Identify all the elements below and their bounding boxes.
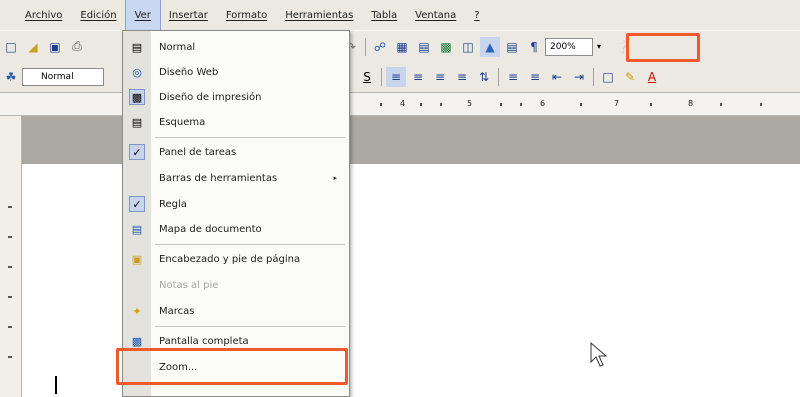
mouse-pointer-icon bbox=[590, 342, 608, 367]
print-icon[interactable]: ⎙ bbox=[67, 37, 87, 57]
web-layout-icon: ◎ bbox=[132, 65, 142, 79]
font-color-icon[interactable]: A bbox=[642, 67, 662, 87]
check-icon: ✓ bbox=[129, 196, 145, 212]
vertical-ruler[interactable] bbox=[0, 116, 22, 397]
text-caret bbox=[55, 376, 57, 394]
decrease-indent-icon[interactable]: ⇤ bbox=[547, 67, 567, 87]
zoom-combo-highlight bbox=[626, 33, 700, 62]
view-menu-dropdown: ▤ Normal ◎ Diseño Web ▩ Diseño de impres… bbox=[122, 30, 350, 397]
menu-edicion[interactable]: Edición bbox=[71, 0, 125, 30]
full-screen-icon: ▩ bbox=[131, 334, 143, 348]
numbering-icon[interactable]: ≡ bbox=[503, 67, 523, 87]
save-icon[interactable]: ▣ bbox=[45, 37, 65, 57]
borders-icon[interactable]: □ bbox=[598, 67, 618, 87]
show-hide-icon[interactable]: ¶ bbox=[524, 37, 544, 57]
ruler-number: 5 bbox=[467, 99, 473, 108]
horizontal-ruler[interactable]: 4 5 6 7 8 bbox=[0, 92, 800, 116]
menu-item-web-layout[interactable]: ◎ Diseño Web bbox=[123, 60, 349, 84]
bullets-icon[interactable]: ≡ bbox=[525, 67, 545, 87]
menu-formato[interactable]: Formato bbox=[217, 0, 276, 30]
menu-item-label: Diseño Web bbox=[159, 66, 219, 78]
zoom-value: 200% bbox=[550, 41, 576, 52]
style-combo[interactable]: Normal bbox=[22, 68, 104, 86]
highlight-icon[interactable]: ✎ bbox=[620, 67, 640, 87]
hyperlink-icon[interactable]: ☍ bbox=[370, 37, 390, 57]
menu-ventana[interactable]: Ventana bbox=[406, 0, 465, 30]
tables-borders-icon[interactable]: ▦ bbox=[392, 37, 412, 57]
menu-item-ruler[interactable]: ✓ Regla bbox=[123, 192, 349, 216]
zoom-dropdown-arrow[interactable]: ▾ bbox=[593, 38, 605, 56]
menu-item-label: Pantalla completa bbox=[159, 335, 249, 347]
line-spacing-icon[interactable]: ⇅ bbox=[474, 67, 494, 87]
menu-item-task-pane[interactable]: ✓ Panel de tareas bbox=[123, 140, 349, 164]
drawing-icon[interactable]: ▲ bbox=[480, 36, 500, 57]
menu-tabla[interactable]: Tabla bbox=[362, 0, 406, 30]
open-folder-icon[interactable]: ◢ bbox=[23, 37, 43, 57]
underline-icon[interactable]: S bbox=[357, 67, 377, 87]
menu-help[interactable]: ? bbox=[465, 0, 488, 30]
menu-item-document-map[interactable]: ▤ Mapa de documento bbox=[123, 217, 349, 241]
check-icon: ✓ bbox=[129, 144, 145, 160]
menu-item-label: Mapa de documento bbox=[159, 223, 262, 235]
justify-icon[interactable]: ≡ bbox=[452, 67, 472, 87]
columns-icon[interactable]: ◫ bbox=[458, 37, 478, 57]
menu-item-label: Panel de tareas bbox=[159, 146, 237, 158]
align-left-icon[interactable]: ≡ bbox=[386, 67, 406, 87]
menu-herramientas[interactable]: Herramientas bbox=[276, 0, 362, 30]
insert-table-icon[interactable]: ▤ bbox=[414, 37, 434, 57]
ruler-number: 4 bbox=[400, 99, 406, 108]
menu-item-footnotes: Notas al pie bbox=[123, 273, 349, 297]
menu-item-label: Esquema bbox=[159, 116, 206, 128]
menu-item-normal[interactable]: ▤ Normal bbox=[123, 35, 349, 59]
menu-item-label: Regla bbox=[159, 198, 187, 210]
insert-excel-icon[interactable]: ▩ bbox=[436, 37, 456, 57]
menu-insertar[interactable]: Insertar bbox=[160, 0, 217, 30]
document-map-icon: ▤ bbox=[131, 222, 143, 236]
menu-item-label: Encabezado y pie de página bbox=[159, 253, 301, 265]
menu-archivo[interactable]: Archivo bbox=[16, 0, 71, 30]
submenu-arrow-icon: ▸ bbox=[333, 174, 337, 182]
outline-view-icon: ▤ bbox=[131, 115, 143, 129]
menu-item-toolbars[interactable]: Barras de herramientas ▸ bbox=[123, 166, 349, 190]
ruler-number: 6 bbox=[540, 99, 546, 108]
increase-indent-icon[interactable]: ⇥ bbox=[569, 67, 589, 87]
menu-item-label: Diseño de impresión bbox=[159, 91, 262, 103]
document-map-icon[interactable]: ▤ bbox=[502, 37, 522, 57]
print-layout-icon: ▩ bbox=[129, 89, 145, 105]
align-right-icon[interactable]: ≡ bbox=[430, 67, 450, 87]
header-footer-icon: ▣ bbox=[131, 252, 143, 266]
new-document-icon[interactable]: □ bbox=[1, 37, 21, 57]
menu-item-header-footer[interactable]: ▣ Encabezado y pie de página bbox=[123, 247, 349, 271]
menu-item-label: Notas al pie bbox=[159, 279, 219, 291]
menu-item-label: Normal bbox=[159, 41, 196, 53]
menu-item-print-layout[interactable]: ▩ Diseño de impresión bbox=[123, 85, 349, 109]
word-window: Archivo Edición Ver Insertar Formato Her… bbox=[0, 0, 800, 397]
menu-item-outline[interactable]: ▤ Esquema bbox=[123, 110, 349, 134]
formatting-toolbar: ☘ Normal K S ≡ ≡ ≡ ≡ ⇅ ≡ ≡ ⇤ ⇥ □ ✎ A bbox=[0, 62, 800, 92]
zoom-combo[interactable]: 200% bbox=[545, 37, 593, 56]
menu-item-label: Barras de herramientas bbox=[159, 172, 278, 184]
menu-ver[interactable]: Ver bbox=[124, 0, 161, 31]
menu-bar: Archivo Edición Ver Insertar Formato Her… bbox=[0, 0, 800, 31]
normal-view-icon: ▤ bbox=[131, 40, 143, 54]
zoom-item-highlight bbox=[116, 348, 348, 385]
ruler-number: 8 bbox=[688, 99, 694, 108]
style-value: Normal bbox=[41, 72, 74, 82]
ruler-number: 7 bbox=[614, 99, 620, 108]
markup-icon: ✦ bbox=[132, 304, 142, 318]
align-center-icon[interactable]: ≡ bbox=[408, 67, 428, 87]
menu-item-markup[interactable]: ✦ Marcas bbox=[123, 299, 349, 323]
menu-item-label: Marcas bbox=[159, 305, 195, 317]
styles-pane-icon[interactable]: ☘ bbox=[1, 67, 21, 87]
